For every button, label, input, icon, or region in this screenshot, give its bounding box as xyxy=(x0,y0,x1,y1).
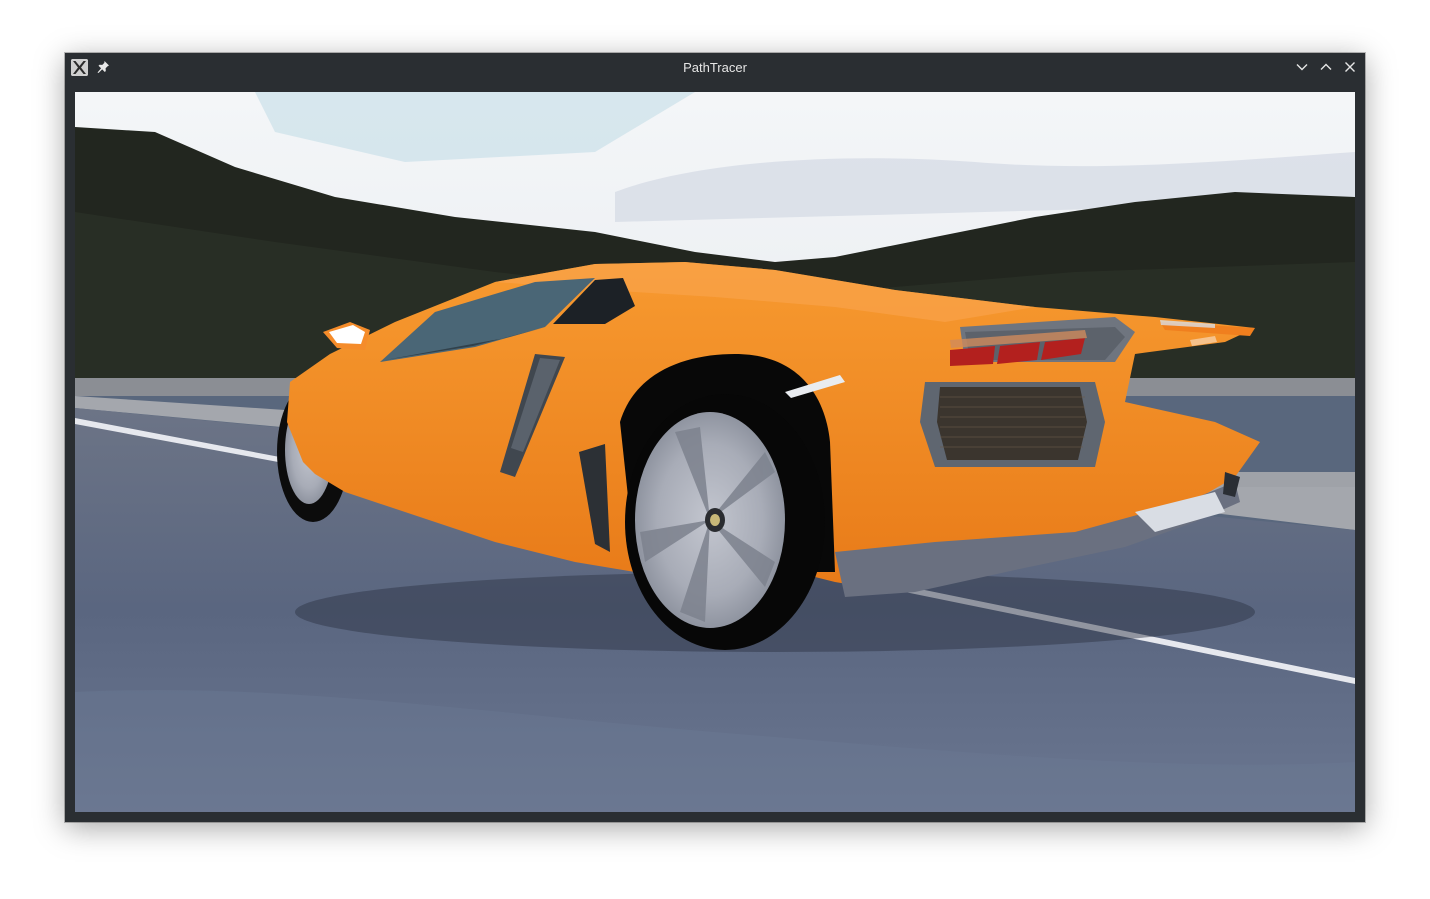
render-viewport[interactable] xyxy=(75,92,1355,812)
close-button[interactable] xyxy=(1341,58,1359,76)
title-bar[interactable]: PathTracer xyxy=(65,53,1365,82)
maximize-button[interactable] xyxy=(1317,58,1335,76)
close-icon xyxy=(1345,62,1355,72)
x-window-app-icon[interactable] xyxy=(71,59,88,76)
chevron-up-icon xyxy=(1320,63,1332,70)
pathtracer-window: PathTracer xyxy=(65,53,1365,822)
rendered-scene xyxy=(75,92,1355,812)
chevron-down-icon xyxy=(1296,64,1308,71)
minimize-button[interactable] xyxy=(1293,58,1311,76)
window-title: PathTracer xyxy=(683,60,747,75)
pin-icon[interactable] xyxy=(95,59,111,75)
